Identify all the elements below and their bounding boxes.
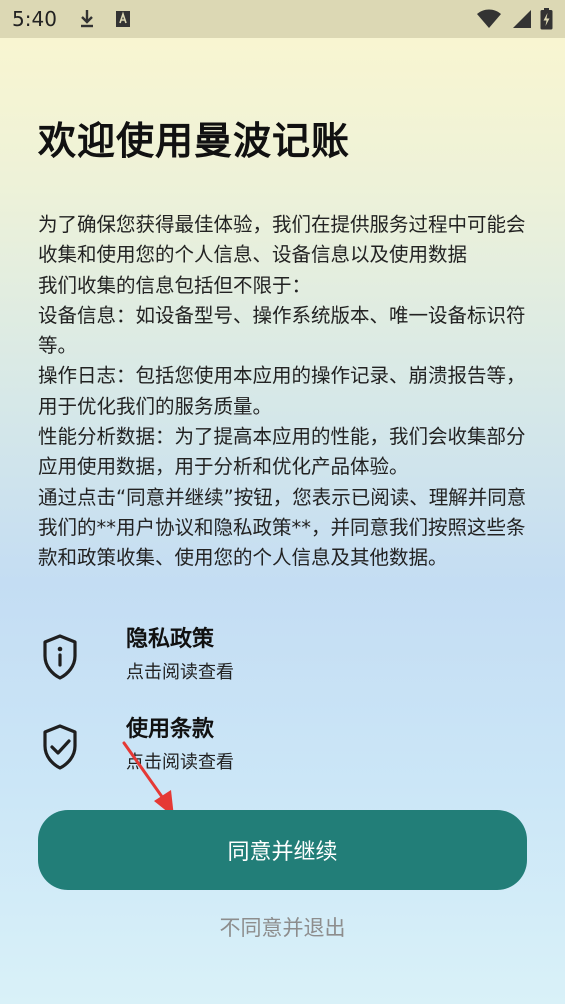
- intro-paragraph: 为了确保您获得最佳体验，我们在提供服务过程中可能会收集和使用您的个人信息、设备信…: [38, 213, 526, 267]
- intro-paragraph: 设备信息：如设备型号、操作系统版本、唯一设备标识符等。: [38, 303, 526, 358]
- agree-continue-button[interactable]: 同意并继续: [38, 810, 527, 890]
- status-left-icons: [79, 9, 131, 29]
- privacy-policy-text: 隐私政策 点击阅读查看: [126, 624, 234, 688]
- status-bar: 5:40: [0, 0, 565, 38]
- shield-info-icon: [43, 634, 77, 680]
- download-icon: [80, 10, 93, 28]
- wifi-icon: [477, 9, 501, 28]
- terms-of-use-text: 使用条款 点击阅读查看: [126, 714, 234, 778]
- privacy-intro-text: 为了确保您获得最佳体验，我们在提供服务过程中可能会收集和使用您的个人信息、设备信…: [38, 210, 534, 574]
- status-right-icons: [476, 8, 553, 30]
- decline-exit-button[interactable]: 不同意并退出: [0, 912, 565, 942]
- terms-of-use-link[interactable]: 使用条款 点击阅读查看: [38, 714, 518, 784]
- keyboard-a-icon: [115, 11, 130, 27]
- privacy-policy-title: 隐私政策: [126, 627, 215, 652]
- privacy-policy-subtitle: 点击阅读查看: [126, 662, 234, 683]
- signal-icon: [513, 10, 531, 28]
- status-time: 5:40: [12, 7, 57, 31]
- terms-of-use-subtitle: 点击阅读查看: [126, 752, 234, 773]
- intro-paragraph: 性能分析数据：为了提高本应用的性能，我们会收集部分应用使用数据，用于分析和优化产…: [38, 425, 526, 479]
- battery-charging-icon: [540, 8, 553, 30]
- intro-paragraph: 通过点击“同意并继续”按钮，您表示已阅读、理解并同意我们的**用户协议和隐私政策…: [38, 485, 527, 570]
- privacy-policy-link[interactable]: 隐私政策 点击阅读查看: [38, 624, 518, 694]
- terms-of-use-title: 使用条款: [126, 717, 215, 742]
- shield-check-icon: [43, 724, 77, 770]
- intro-paragraph: 操作日志：包括您使用本应用的操作记录、崩溃报告等，用于优化我们的服务质量。: [38, 364, 526, 418]
- intro-paragraph: 我们收集的信息包括但不限于：: [38, 273, 312, 297]
- welcome-title: 欢迎使用曼波记账: [38, 119, 351, 163]
